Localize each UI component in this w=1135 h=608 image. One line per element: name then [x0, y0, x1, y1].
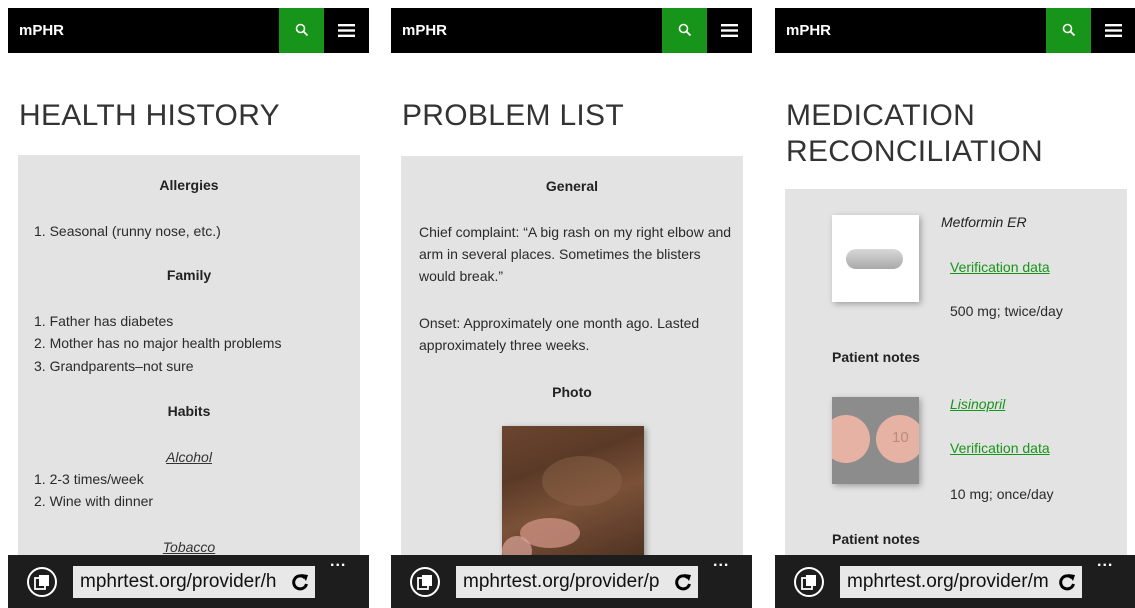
more-options-button[interactable]: ...	[1097, 554, 1113, 570]
menu-button[interactable]	[707, 8, 752, 53]
pill-imprint: 10	[892, 429, 909, 446]
list-item: 1. 2-3 times/week	[34, 471, 144, 487]
patient-notes-label[interactable]: Patient notes	[832, 349, 920, 365]
address-bar[interactable]: mphrtest.org/provider/h	[73, 566, 315, 598]
problem-list-card: General Chief complaint: “A big rash on …	[401, 156, 743, 566]
browser-bar: mphrtest.org/provider/m ...	[775, 554, 1135, 608]
patient-notes-label[interactable]: Patient notes	[832, 531, 920, 547]
search-button[interactable]	[279, 8, 324, 53]
url-text: mphrtest.org/provider/h	[80, 571, 277, 592]
phone-screen-problem-list: mPHR PROBLEM LIST General Chief complain…	[391, 0, 752, 608]
refresh-icon[interactable]	[291, 573, 309, 591]
medication-card: Metformin ER Verification data 500 mg; t…	[785, 189, 1127, 555]
hamburger-icon	[1105, 24, 1122, 37]
phone-screen-medication-reconciliation: mPHR MEDICATION RECONCILIATION Metformin …	[775, 0, 1135, 608]
page-title: MEDICATION RECONCILIATION	[786, 98, 1043, 170]
app-brand[interactable]: mPHR	[786, 8, 831, 53]
med-name-link[interactable]: Lisinopril	[950, 396, 1005, 412]
page-title-line2: RECONCILIATION	[786, 135, 1044, 168]
tabs-button[interactable]	[410, 567, 440, 597]
tabs-icon	[801, 575, 816, 590]
med-name: Metformin ER	[941, 214, 1027, 230]
app-brand[interactable]: mPHR	[19, 8, 64, 53]
list-item: 1. Father has diabetes	[34, 313, 174, 329]
med-dose: 500 mg; twice/day	[950, 303, 1063, 319]
med-dose: 10 mg; once/day	[950, 486, 1054, 502]
tobacco-subheading[interactable]: Tobacco	[18, 539, 360, 555]
address-bar[interactable]: mphrtest.org/provider/p	[456, 566, 698, 598]
browser-bar: mphrtest.org/provider/p ...	[391, 554, 752, 608]
url-text: mphrtest.org/provider/p	[463, 571, 660, 592]
search-button[interactable]	[662, 8, 707, 53]
page-title: PROBLEM LIST	[402, 99, 624, 132]
hamburger-icon	[338, 24, 355, 37]
page-title: HEALTH HISTORY	[19, 99, 280, 132]
address-bar[interactable]: mphrtest.org/provider/m	[840, 566, 1082, 598]
app-top-bar: mPHR	[8, 8, 369, 53]
app-brand[interactable]: mPHR	[402, 8, 447, 53]
tabs-button[interactable]	[794, 567, 824, 597]
tabs-icon	[417, 575, 432, 590]
browser-bar: mphrtest.org/provider/h ...	[8, 554, 369, 608]
tabs-icon	[34, 575, 49, 590]
habits-heading: Habits	[167, 403, 211, 419]
search-icon	[1062, 23, 1076, 37]
lisinopril-pill-image[interactable]: 10	[832, 397, 919, 484]
menu-button[interactable]	[1091, 8, 1135, 53]
verification-data-link[interactable]: Verification data	[950, 440, 1050, 456]
family-heading: Family	[166, 267, 212, 283]
search-icon	[678, 23, 692, 37]
alcohol-subheading[interactable]: Alcohol	[18, 449, 360, 465]
list-item: 2. Mother has no major health problems	[34, 335, 282, 351]
menu-button[interactable]	[324, 8, 369, 53]
metformin-pill-image[interactable]	[832, 215, 919, 302]
chief-complaint-text: Chief complaint: “A big rash on my right…	[419, 224, 732, 284]
allergies-heading: Allergies	[159, 177, 219, 193]
onset-text: Onset: Approximately one month ago. Last…	[419, 315, 700, 353]
app-top-bar: mPHR	[775, 8, 1135, 53]
general-heading: General	[545, 178, 599, 194]
more-options-button[interactable]: ...	[330, 554, 346, 570]
url-text: mphrtest.org/provider/m	[847, 571, 1049, 592]
page-title-line1: MEDICATION	[786, 99, 976, 132]
list-item: 3. Grandparents–not sure	[34, 358, 194, 374]
phone-screen-health-history: mPHR HEALTH HISTORY Allergies 1. Seasona…	[8, 0, 369, 608]
list-item: 2. Wine with dinner	[34, 493, 154, 509]
tabs-button[interactable]	[27, 567, 57, 597]
more-options-button[interactable]: ...	[713, 554, 729, 570]
health-history-card: Allergies 1. Seasonal (runny nose, etc.)…	[18, 155, 360, 555]
verification-data-link[interactable]: Verification data	[950, 259, 1050, 275]
search-icon	[295, 23, 309, 37]
photo-heading: Photo	[552, 384, 592, 400]
list-item: 1. Seasonal (runny nose, etc.)	[34, 223, 221, 239]
refresh-icon[interactable]	[1058, 573, 1076, 591]
rash-photo[interactable]	[502, 426, 644, 566]
app-top-bar: mPHR	[391, 8, 752, 53]
refresh-icon[interactable]	[674, 573, 692, 591]
search-button[interactable]	[1046, 8, 1091, 53]
hamburger-icon	[721, 24, 738, 37]
